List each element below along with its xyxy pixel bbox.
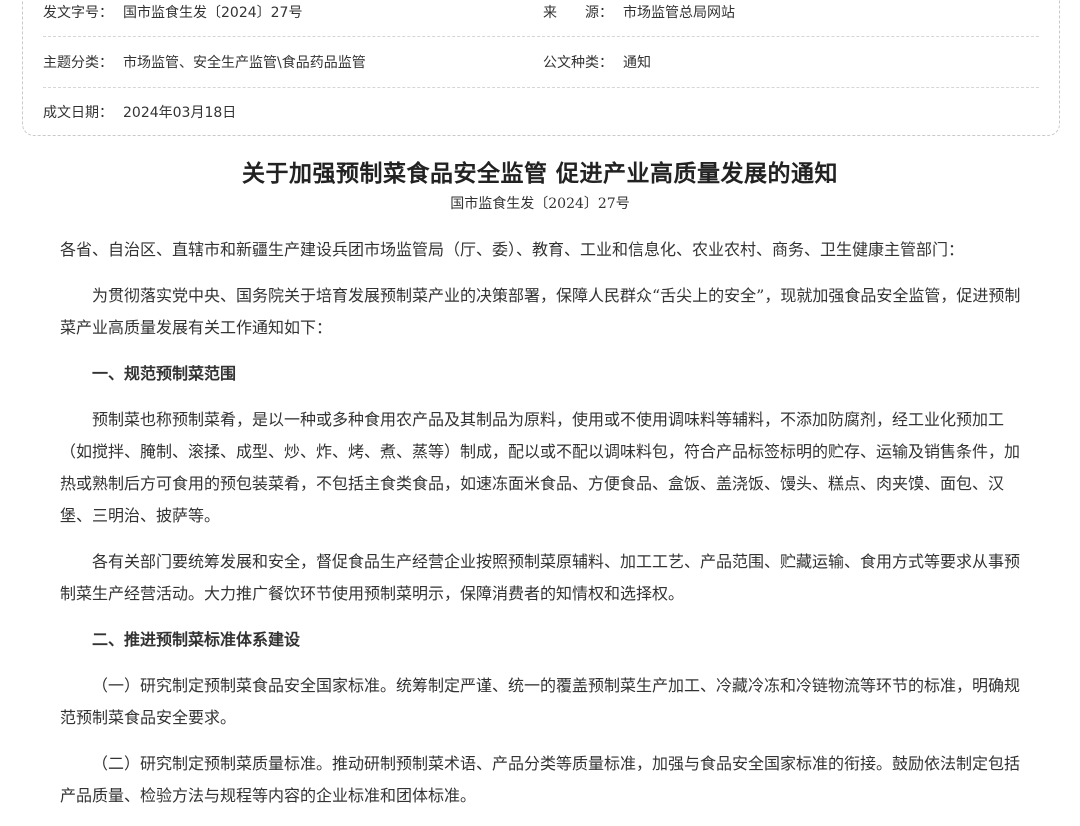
doc-type-value: 通知 (623, 55, 651, 71)
doc-number-label: 发文字号： (43, 5, 113, 21)
section-1-heading: 一、规范预制菜范围 (92, 364, 237, 383)
doc-number-field: 发文字号： 国市监食生发〔2024〕27号 (43, 0, 302, 36)
topic-label: 主题分类： (43, 55, 113, 71)
doc-type-label: 公文种类： (543, 55, 613, 71)
doc-type-field: 公文种类： 通知 (543, 37, 651, 87)
source-value: 市场监管总局网站 (623, 5, 735, 21)
topic-value: 市场监管、安全生产监管\食品药品监管 (123, 55, 366, 71)
section-1-paragraph-2: 各有关部门要统筹发展和安全，督促食品生产经营企业按照预制菜原辅料、加工工艺、产品… (60, 552, 1021, 603)
section-1-paragraph-1: 预制菜也称预制菜肴，是以一种或多种食用农产品及其制品为原料，使用或不使用调味料等… (60, 410, 1021, 525)
metadata-row-3: 成文日期： 2024年03月18日 (43, 88, 1039, 136)
intro-paragraph: 为贯彻落实党中央、国务院关于培育发展预制菜产业的决策部署，保障人民群众“舌尖上的… (60, 286, 1021, 337)
metadata-row-1: 发文字号： 国市监食生发〔2024〕27号 来 源： 市场监管总局网站 (43, 0, 1039, 37)
salutation: 各省、自治区、直辖市和新疆生产建设兵团市场监管局（厅、委）、教育、工业和信息化、… (60, 240, 965, 259)
document-metadata-box: 发文字号： 国市监食生发〔2024〕27号 来 源： 市场监管总局网站 主题分类… (22, 0, 1060, 136)
article-body: 各省、自治区、直辖市和新疆生产建设兵团市场监管局（厅、委）、教育、工业和信息化、… (60, 234, 1032, 826)
article-doc-number: 国市监食生发〔2024〕27号 (450, 196, 630, 212)
source-label: 来 源： (543, 5, 613, 21)
section-2-item-1: （一）研究制定预制菜食品安全国家标准。统筹制定严谨、统一的覆盖预制菜生产加工、冷… (60, 676, 1021, 727)
source-field: 来 源： 市场监管总局网站 (543, 0, 735, 36)
doc-number-value: 国市监食生发〔2024〕27号 (123, 5, 303, 21)
date-label: 成文日期： (43, 105, 113, 121)
section-2-item-2: （二）研究制定预制菜质量标准。推动研制预制菜术语、产品分类等质量标准，加强与食品… (60, 754, 1021, 805)
date-field: 成文日期： 2024年03月18日 (43, 88, 236, 136)
article-title: 关于加强预制菜食品安全监管 促进产业高质量发展的通知 (241, 160, 838, 187)
topic-field: 主题分类： 市场监管、安全生产监管\食品药品监管 (43, 37, 366, 87)
metadata-row-2: 主题分类： 市场监管、安全生产监管\食品药品监管 公文种类： 通知 (43, 37, 1039, 88)
date-value: 2024年03月18日 (123, 105, 237, 121)
section-2-heading: 二、推进预制菜标准体系建设 (92, 630, 301, 649)
